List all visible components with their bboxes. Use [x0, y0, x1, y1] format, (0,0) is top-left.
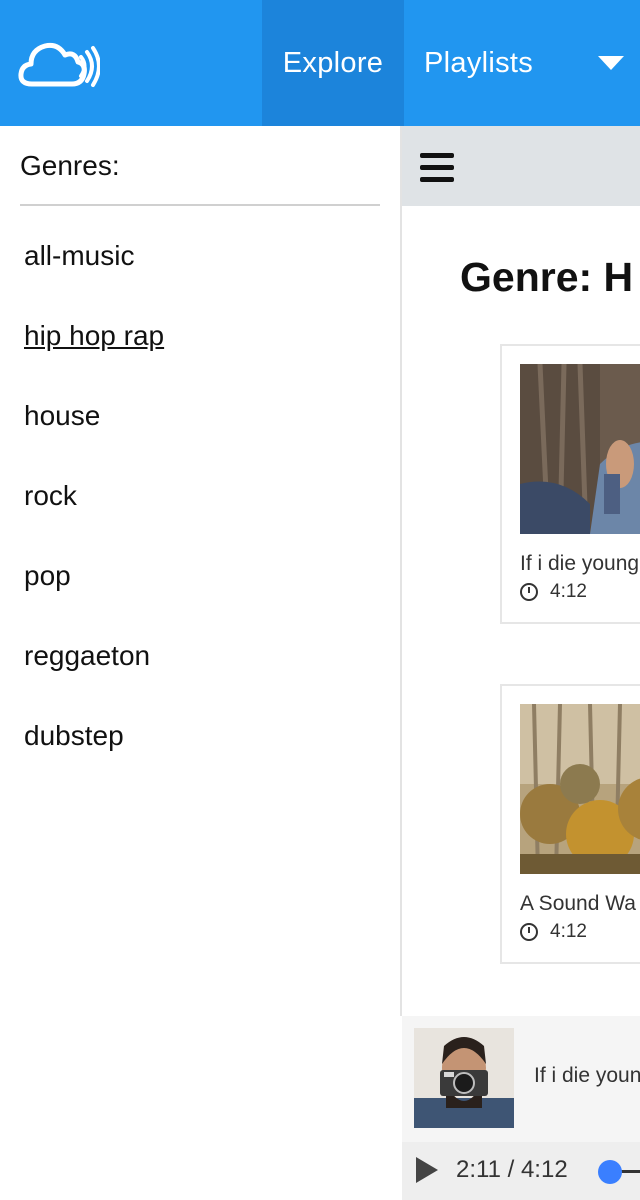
track-title[interactable]: If i die young	[520, 552, 639, 576]
genre-link-pop[interactable]: pop	[24, 560, 164, 640]
time-separator: /	[507, 1156, 515, 1183]
seek-slider[interactable]	[598, 1159, 640, 1185]
genres-sidebar: Genres: all-music hip hop rap house rock…	[0, 126, 400, 1200]
genres-divider	[20, 204, 380, 206]
track-duration: 4:12	[520, 581, 587, 603]
playback-time: 2:11 / 4:12	[456, 1156, 568, 1184]
audio-player: If i die youn 2:11 / 4:12	[402, 1016, 640, 1200]
total-time: 4:12	[520, 1156, 568, 1183]
nav-explore[interactable]: Explore	[262, 0, 404, 126]
main-content: Genre: H If i die young 4:12 A Sound Wa …	[402, 126, 640, 1016]
player-track-title: If i die youn	[534, 1064, 640, 1087]
play-icon[interactable]	[416, 1157, 438, 1183]
seek-knob[interactable]	[598, 1160, 622, 1184]
player-artwork	[414, 1028, 514, 1128]
track-artwork[interactable]	[520, 704, 640, 874]
player-controls: 2:11 / 4:12	[402, 1142, 640, 1200]
genre-link-hip-hop-rap[interactable]: hip hop rap	[24, 320, 164, 400]
main-toolbar	[402, 126, 640, 206]
track-artwork[interactable]	[520, 364, 640, 534]
cloud-signal-logo[interactable]	[18, 40, 100, 90]
genre-link-dubstep[interactable]: dubstep	[24, 720, 164, 800]
genre-list: all-music hip hop rap house rock pop reg…	[24, 240, 164, 800]
track-duration: 4:12	[520, 921, 587, 943]
genre-link-rock[interactable]: rock	[24, 480, 164, 560]
hamburger-menu-icon[interactable]	[420, 153, 454, 182]
genre-link-house[interactable]: house	[24, 400, 164, 480]
top-navbar: Explore Playlists	[0, 0, 640, 126]
track-card[interactable]: If i die young 4:12	[500, 344, 640, 624]
genre-heading: Genre: H	[460, 254, 634, 300]
current-time: 2:11	[456, 1156, 501, 1183]
clock-icon	[520, 923, 538, 941]
track-card[interactable]: A Sound Wa 4:12	[500, 684, 640, 964]
track-title[interactable]: A Sound Wa	[520, 892, 636, 916]
genres-title: Genres:	[20, 150, 120, 181]
clock-icon	[520, 583, 538, 601]
nav-playlists[interactable]: Playlists	[424, 0, 533, 126]
genre-link-reggaeton[interactable]: reggaeton	[24, 640, 164, 720]
track-duration-text: 4:12	[550, 581, 587, 602]
caret-down-icon[interactable]	[598, 56, 624, 70]
genre-link-all-music[interactable]: all-music	[24, 240, 164, 320]
track-duration-text: 4:12	[550, 921, 587, 942]
